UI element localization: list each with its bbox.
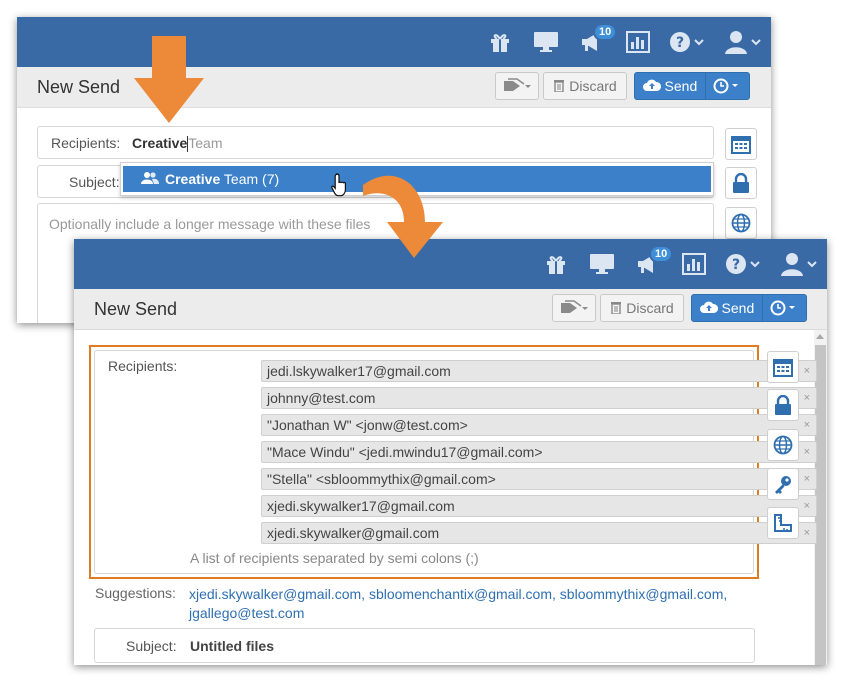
down-arrow-icon bbox=[134, 36, 204, 123]
annotation-arrows bbox=[134, 36, 443, 258]
curved-arrow-icon bbox=[363, 175, 443, 258]
